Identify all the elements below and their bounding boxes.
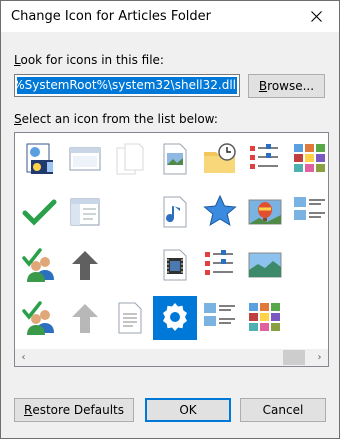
- path-text: %SystemRoot%\system32\shell32.dll: [17, 77, 237, 94]
- icon-option[interactable]: [153, 190, 197, 234]
- users-check-icon: [22, 301, 54, 335]
- horizontal-scrollbar[interactable]: ‹ ›: [15, 349, 328, 366]
- icon-option[interactable]: [153, 296, 197, 340]
- landscape-picture-icon: [248, 252, 282, 278]
- ok-button[interactable]: OK: [145, 398, 231, 422]
- change-icon-dialog: Change Icon for Articles Folder Look for…: [0, 0, 340, 439]
- blank-icon: [291, 299, 329, 337]
- browse-button[interactable]: Browse...: [248, 74, 325, 98]
- look-for-label: Look for icons in this file:: [14, 53, 164, 67]
- icon-option[interactable]: [18, 137, 62, 181]
- blank-icon: [111, 246, 149, 284]
- chevron-left-icon: ‹: [21, 352, 26, 363]
- gear-icon: [163, 303, 187, 331]
- blank-icon: [111, 193, 149, 231]
- up-arrow-icon: [72, 251, 98, 280]
- music-document-icon: [163, 196, 187, 228]
- icon-option[interactable]: [288, 137, 328, 181]
- details-list-icon: [250, 144, 278, 169]
- text-document-icon: [118, 302, 142, 334]
- scroll-left-button[interactable]: ‹: [15, 349, 32, 366]
- checkmark-icon: [22, 199, 57, 226]
- restore-defaults-button[interactable]: Restore Defaults: [14, 398, 134, 422]
- icon-option[interactable]: [108, 296, 152, 340]
- dialog-title: Change Icon for Articles Folder: [11, 9, 212, 24]
- scroll-right-button[interactable]: ›: [311, 349, 328, 366]
- icon-option[interactable]: [63, 296, 107, 340]
- select-icon-label: Select an icon from the list below:: [14, 112, 218, 126]
- icon-list[interactable]: ‹ ›: [14, 132, 329, 367]
- folder-clock-icon: [204, 143, 236, 173]
- icon-option[interactable]: [63, 190, 107, 234]
- icon-option[interactable]: [18, 190, 62, 234]
- icon-option[interactable]: [153, 137, 197, 181]
- balloon-picture-icon: [248, 199, 282, 225]
- icon-option[interactable]: [198, 137, 242, 181]
- picture-list-icon: [294, 197, 325, 220]
- icon-option[interactable]: [63, 137, 107, 181]
- icon-option[interactable]: [288, 296, 329, 340]
- blank-icon: [291, 246, 329, 284]
- star-icon: [203, 194, 237, 227]
- icon-option[interactable]: [243, 243, 287, 287]
- icon-option[interactable]: [288, 243, 329, 287]
- icon-option[interactable]: [63, 243, 107, 287]
- window-icon: [69, 147, 101, 171]
- color-tiles-icon: [294, 144, 325, 172]
- icon-option[interactable]: [153, 243, 197, 287]
- icon-option[interactable]: [198, 243, 242, 287]
- cancel-button[interactable]: Cancel: [240, 398, 326, 422]
- close-icon: [310, 11, 322, 22]
- icon-option[interactable]: [108, 137, 152, 181]
- picture-list-icon: [204, 303, 235, 326]
- icon-option[interactable]: [18, 243, 62, 287]
- icon-option[interactable]: [288, 190, 328, 234]
- video-document-icon: [163, 249, 187, 281]
- icon-option[interactable]: [243, 190, 287, 234]
- picture-document-icon: [163, 143, 187, 175]
- chevron-right-icon: ›: [317, 352, 322, 363]
- details-list-icon: [205, 250, 233, 275]
- up-arrow-light-icon: [72, 304, 98, 333]
- users-check-icon: [22, 248, 54, 282]
- icon-option[interactable]: [198, 190, 242, 234]
- media-document-icon: [26, 143, 53, 174]
- scroll-thumb[interactable]: [283, 350, 305, 365]
- icon-file-path-input[interactable]: %SystemRoot%\system32\shell32.dll: [14, 74, 240, 97]
- title-bar: Change Icon for Articles Folder: [1, 1, 339, 32]
- icon-option[interactable]: [243, 137, 287, 181]
- icon-option[interactable]: [108, 243, 152, 287]
- window-pane-icon: [70, 198, 100, 226]
- icon-option[interactable]: [243, 296, 287, 340]
- icon-option[interactable]: [108, 190, 152, 234]
- blank-pages-icon: [116, 143, 144, 175]
- color-tiles-icon: [249, 303, 280, 331]
- icon-option[interactable]: [198, 296, 242, 340]
- icon-option[interactable]: [18, 296, 62, 340]
- close-button[interactable]: [293, 1, 339, 32]
